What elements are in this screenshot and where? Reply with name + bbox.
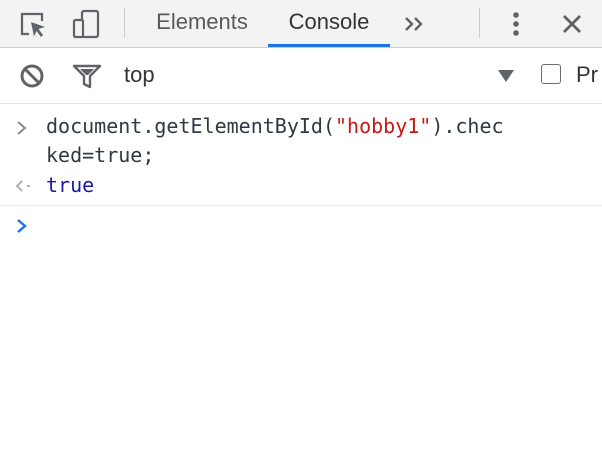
preserve-log-label: Pr [576,62,598,87]
message-divider [0,205,602,206]
close-icon[interactable] [556,0,588,47]
kebab-menu-icon[interactable] [500,0,532,47]
console-input-message: document.getElementById("hobby1").chec k… [0,112,602,170]
tab-console[interactable]: Console [268,0,390,47]
result-value[interactable]: true [46,171,566,200]
clear-console-icon[interactable] [16,48,48,104]
devtools-tabbar: Elements Console [0,0,602,48]
tab-elements[interactable]: Elements [140,0,264,47]
inspect-element-icon[interactable] [14,0,50,47]
toolbar-separator [479,8,480,38]
filter-icon[interactable] [70,48,104,104]
console-toolbar: top Pr [0,48,602,104]
input-chevron-icon [14,120,30,141]
dropdown-arrow-icon[interactable] [494,48,518,104]
device-toolbar-icon[interactable] [66,0,106,47]
command-text-part: document.getElementById( [46,114,335,138]
toolbar-separator [124,8,125,38]
preserve-log-checkbox[interactable] [541,64,561,84]
command-text-part: ).chec [431,114,504,138]
context-selector[interactable]: top [124,62,155,88]
prompt-chevron-icon [14,218,30,239]
command-string-literal: "hobby1" [334,114,432,138]
console-result-message: true [0,171,602,203]
result-arrow-icon [14,178,32,199]
console-prompt[interactable] [0,210,602,242]
command-text-part: ked=true; [46,143,155,167]
more-tabs-chevron-icon[interactable] [398,0,432,47]
command-text[interactable]: document.getElementById("hobby1").chec k… [46,112,566,170]
